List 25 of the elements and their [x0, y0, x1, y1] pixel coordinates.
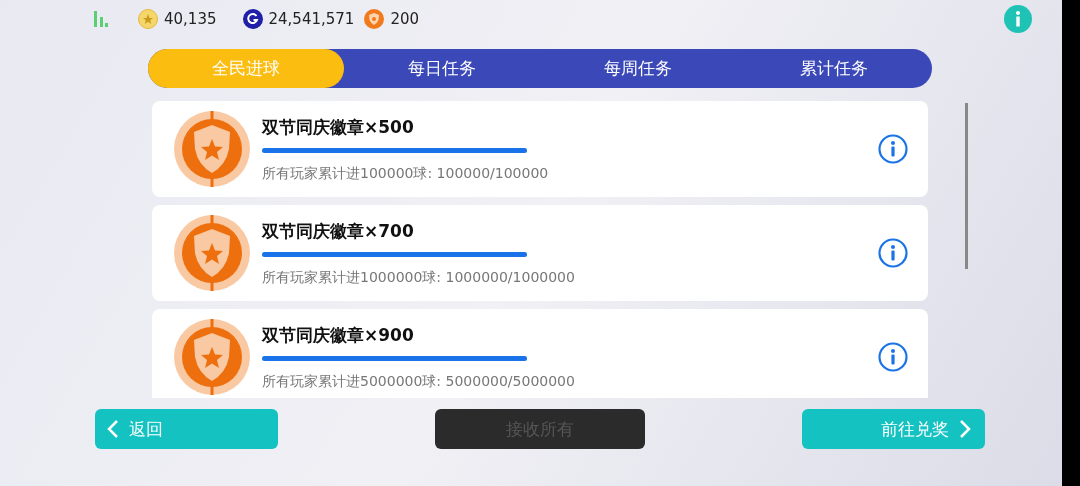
shield-coin-icon [364, 9, 385, 29]
tab[interactable]: 全民进球 [148, 49, 344, 88]
currency-amount: 40,135 [164, 10, 217, 28]
chevron-left-icon [107, 419, 119, 439]
info-icon[interactable] [878, 342, 908, 372]
info-icon[interactable] [878, 238, 908, 268]
g-coin-icon [242, 9, 263, 29]
task-title: 双节同庆徽章×500 [262, 115, 415, 139]
info-icon[interactable] [878, 134, 908, 164]
badge-icon [174, 111, 250, 187]
chevron-right-icon [959, 419, 971, 439]
scrollbar[interactable] [965, 103, 968, 269]
tab[interactable]: 每周任务 [540, 49, 736, 88]
tab[interactable]: 每日任务 [344, 49, 540, 88]
signal-bars-icon [94, 11, 108, 27]
tab[interactable]: 累计任务 [736, 49, 932, 88]
currency-amount: 24,541,571 [268, 10, 355, 28]
task-title: 双节同庆徽章×900 [262, 323, 415, 347]
task-title: 双节同庆徽章×700 [262, 219, 415, 243]
action-button[interactable]: 返回 [95, 409, 278, 449]
star-coin-icon [138, 9, 158, 29]
badge-icon [174, 319, 250, 395]
badge-icon [174, 215, 250, 291]
action-button[interactable]: 前往兑奖 [802, 409, 985, 449]
currency-amount: 200 [390, 10, 420, 28]
